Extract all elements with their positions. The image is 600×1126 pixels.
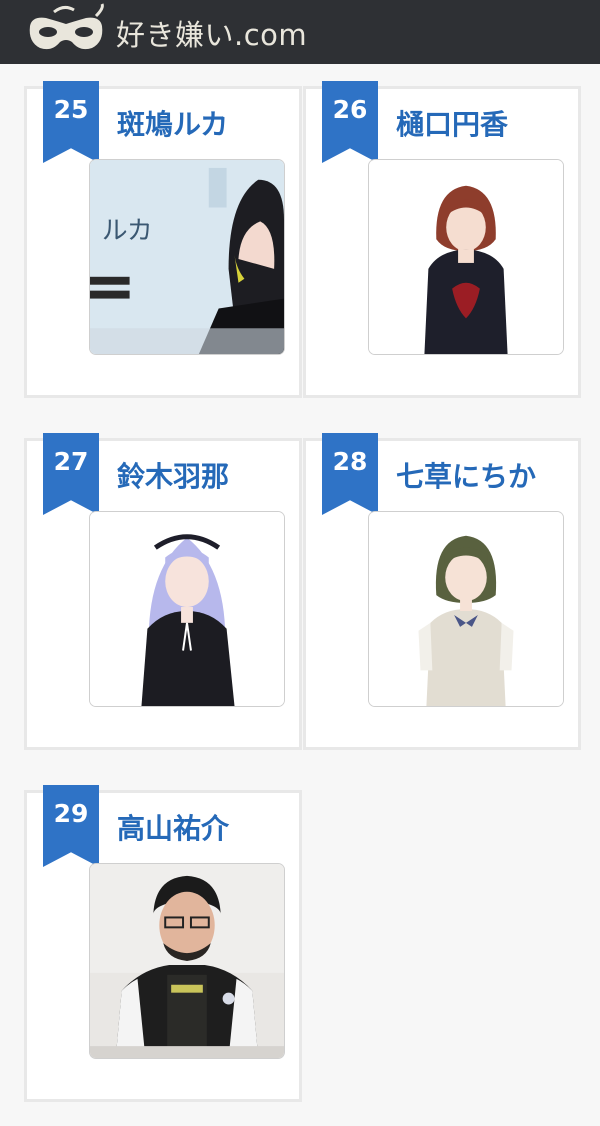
site-header: 好き嫌い.com <box>0 0 600 64</box>
ranking-card[interactable]: 26 樋口円香 <box>303 81 581 398</box>
rank-ribbon: 26 <box>322 81 378 163</box>
character-name[interactable]: 樋口円香 <box>396 103 508 143</box>
character-image[interactable] <box>89 511 285 707</box>
rank-ribbon: 25 <box>43 81 99 163</box>
character-image[interactable]: ルカ <box>89 159 285 355</box>
rank-number: 29 <box>53 799 89 828</box>
character-image[interactable] <box>368 511 564 707</box>
rank-number: 26 <box>332 95 368 124</box>
rank-number: 25 <box>53 95 89 124</box>
person-photo[interactable] <box>89 863 285 1059</box>
rank-number: 27 <box>53 447 89 476</box>
ranking-card[interactable]: 25 斑鳩ルカ ルカ <box>24 81 302 398</box>
site-title[interactable]: 好き嫌い.com <box>116 12 307 54</box>
ranking-card[interactable]: 27 鈴木羽那 <box>24 433 302 750</box>
character-name[interactable]: 七草にちか <box>396 455 536 495</box>
person-name[interactable]: 高山祐介 <box>117 807 229 847</box>
mask-logo-icon[interactable] <box>24 2 108 58</box>
rank-ribbon: 27 <box>43 433 99 515</box>
ranking-card[interactable]: 28 七草にちか <box>303 433 581 750</box>
rank-ribbon: 28 <box>322 433 378 515</box>
character-image[interactable] <box>368 159 564 355</box>
ranking-card[interactable]: 29 高山祐介 <box>24 785 302 1102</box>
rank-number: 28 <box>332 447 368 476</box>
image-caption: ルカ <box>102 216 153 246</box>
rank-ribbon: 29 <box>43 785 99 867</box>
character-name[interactable]: 鈴木羽那 <box>117 455 229 495</box>
character-name[interactable]: 斑鳩ルカ <box>117 103 228 143</box>
